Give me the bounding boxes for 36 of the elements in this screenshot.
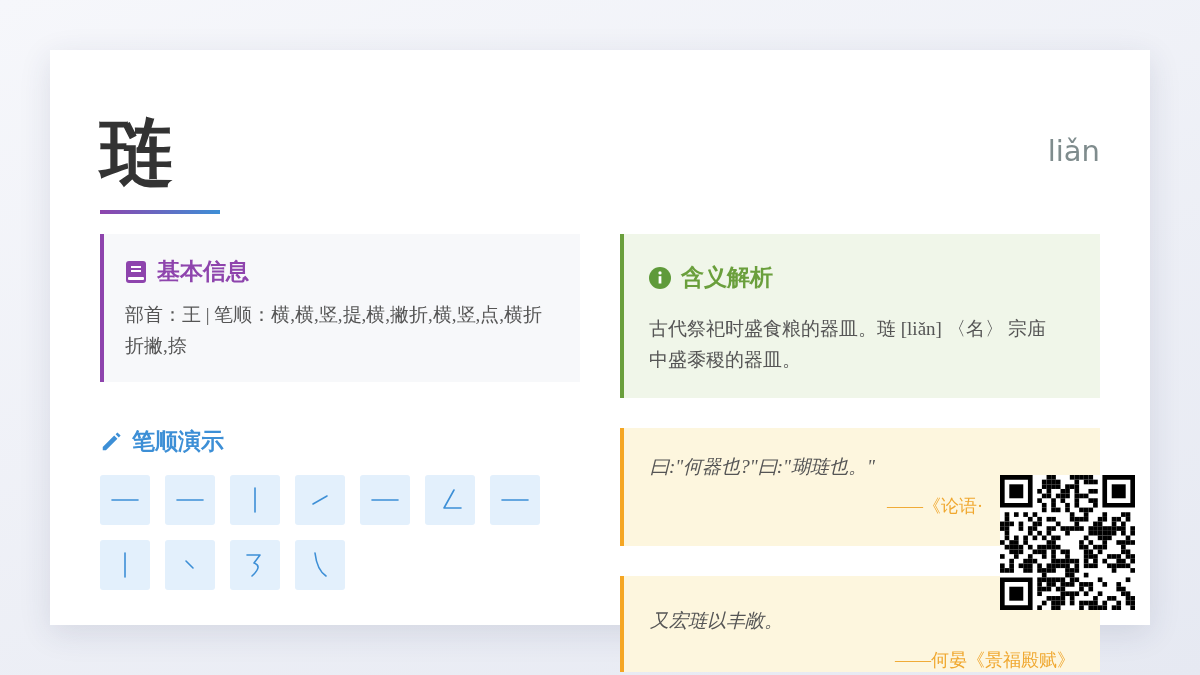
stroke-icon bbox=[246, 554, 261, 577]
stroke-icon bbox=[111, 499, 139, 501]
stroke-tile[interactable] bbox=[490, 475, 540, 525]
stroke-tile[interactable] bbox=[425, 475, 475, 525]
quote-source: ——《论语· bbox=[887, 495, 983, 518]
section-title: 基本信息 bbox=[157, 258, 249, 286]
section-title: 笔顺演示 bbox=[132, 428, 224, 456]
quote-text: 又宏琏以丰敞。 bbox=[650, 609, 784, 633]
info-icon bbox=[649, 266, 671, 289]
info-text: 部首：王 | 笔顺：横,横,竖,提,横,撇折,横,竖,点,横折折撇,捺 bbox=[125, 303, 544, 358]
stroke-tile[interactable] bbox=[295, 475, 345, 525]
stroke-icon bbox=[501, 499, 529, 501]
stroke-tile[interactable] bbox=[360, 475, 410, 525]
stroke-tile[interactable] bbox=[100, 475, 150, 525]
meaning-text: 古代祭祀时盛食粮的器皿。琏 [liǎn] 〈名〉 宗庙中盛黍稷的器皿。 bbox=[649, 317, 1048, 372]
stroke-icon bbox=[254, 487, 256, 513]
stroke-icon bbox=[312, 495, 328, 505]
pencil-icon bbox=[100, 430, 122, 453]
stroke-icon bbox=[176, 499, 204, 501]
stroke-tile[interactable] bbox=[230, 540, 280, 590]
quote-source: ——何晏《景福殿赋》 bbox=[895, 649, 1075, 672]
character-title: 琏 bbox=[100, 111, 174, 196]
stroke-tile[interactable] bbox=[165, 540, 215, 590]
stroke-tile[interactable] bbox=[100, 540, 150, 590]
section-title: 含义解析 bbox=[681, 264, 773, 292]
stroke-tile[interactable] bbox=[230, 475, 280, 525]
stroke-icon bbox=[124, 552, 126, 578]
stroke-icon bbox=[371, 499, 399, 501]
stroke-tile[interactable] bbox=[165, 475, 215, 525]
book-icon bbox=[125, 260, 147, 283]
stroke-icon bbox=[185, 560, 194, 569]
stroke-icon bbox=[314, 552, 327, 577]
stroke-icon bbox=[443, 489, 462, 509]
pinyin-text: liǎn bbox=[1047, 134, 1100, 168]
stroke-tile[interactable] bbox=[295, 540, 345, 590]
quote-text: 曰:"何器也?"曰:"瑚琏也。" bbox=[650, 455, 877, 479]
